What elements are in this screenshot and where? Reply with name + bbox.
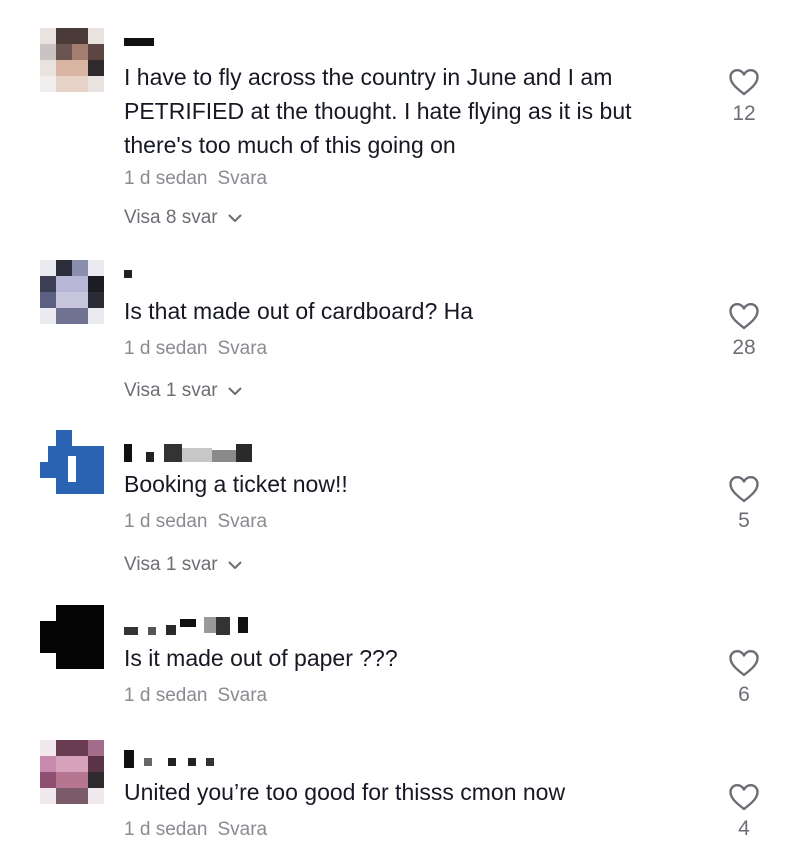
heart-outline-icon — [729, 69, 759, 96]
comment-meta: 1 d sedan Svara — [124, 168, 267, 190]
heart-outline-icon — [729, 784, 759, 811]
avatar[interactable] — [40, 605, 104, 669]
avatar[interactable] — [40, 430, 104, 494]
comment-text: Booking a ticket now!! — [124, 471, 348, 497]
view-replies-button[interactable]: Visa 1 svar — [124, 380, 242, 402]
comment-time: 1 d sedan — [124, 819, 208, 840]
reply-button[interactable]: Svara — [217, 511, 267, 532]
comment-text: I have to fly across the country in June… — [124, 64, 632, 158]
like-button[interactable]: 12 — [724, 68, 764, 126]
comment-time: 1 d sedan — [124, 685, 208, 706]
avatar[interactable] — [40, 740, 104, 804]
like-button[interactable]: 6 — [724, 649, 764, 707]
heart-outline-icon — [729, 476, 759, 503]
like-count: 4 — [738, 817, 750, 840]
chevron-down-icon — [228, 207, 242, 229]
view-replies-button[interactable]: Visa 1 svar — [124, 554, 242, 576]
like-count: 28 — [732, 336, 756, 359]
like-button[interactable]: 28 — [724, 302, 764, 360]
like-count: 12 — [732, 102, 756, 125]
like-button[interactable]: 5 — [724, 475, 764, 533]
view-replies-label: Visa 8 svar — [124, 207, 218, 229]
like-count: 5 — [738, 509, 750, 532]
comment-text: Is it made out of paper ??? — [124, 645, 398, 671]
comment-meta: 1 d sedan Svara — [124, 685, 267, 707]
comment-time: 1 d sedan — [124, 511, 208, 532]
reply-button[interactable]: Svara — [217, 819, 267, 840]
comment-time: 1 d sedan — [124, 338, 208, 359]
view-replies-button[interactable]: Visa 8 svar — [124, 207, 242, 229]
like-button[interactable]: 4 — [724, 783, 764, 841]
comment-text: United you’re too good for thisss cmon n… — [124, 779, 566, 805]
reply-button[interactable]: Svara — [217, 685, 267, 706]
heart-outline-icon — [729, 303, 759, 330]
comment-text: Is that made out of cardboard? Ha — [124, 298, 474, 324]
view-replies-label: Visa 1 svar — [124, 380, 218, 402]
heart-outline-icon — [729, 650, 759, 677]
view-replies-label: Visa 1 svar — [124, 554, 218, 576]
chevron-down-icon — [228, 380, 242, 402]
comment-meta: 1 d sedan Svara — [124, 338, 267, 360]
comment-time: 1 d sedan — [124, 168, 208, 189]
comment-meta: 1 d sedan Svara — [124, 511, 267, 533]
comment-meta: 1 d sedan Svara — [124, 819, 267, 841]
reply-button[interactable]: Svara — [217, 338, 267, 359]
like-count: 6 — [738, 683, 750, 706]
reply-button[interactable]: Svara — [217, 168, 267, 189]
avatar[interactable] — [40, 28, 104, 92]
chevron-down-icon — [228, 554, 242, 576]
avatar[interactable] — [40, 260, 104, 324]
